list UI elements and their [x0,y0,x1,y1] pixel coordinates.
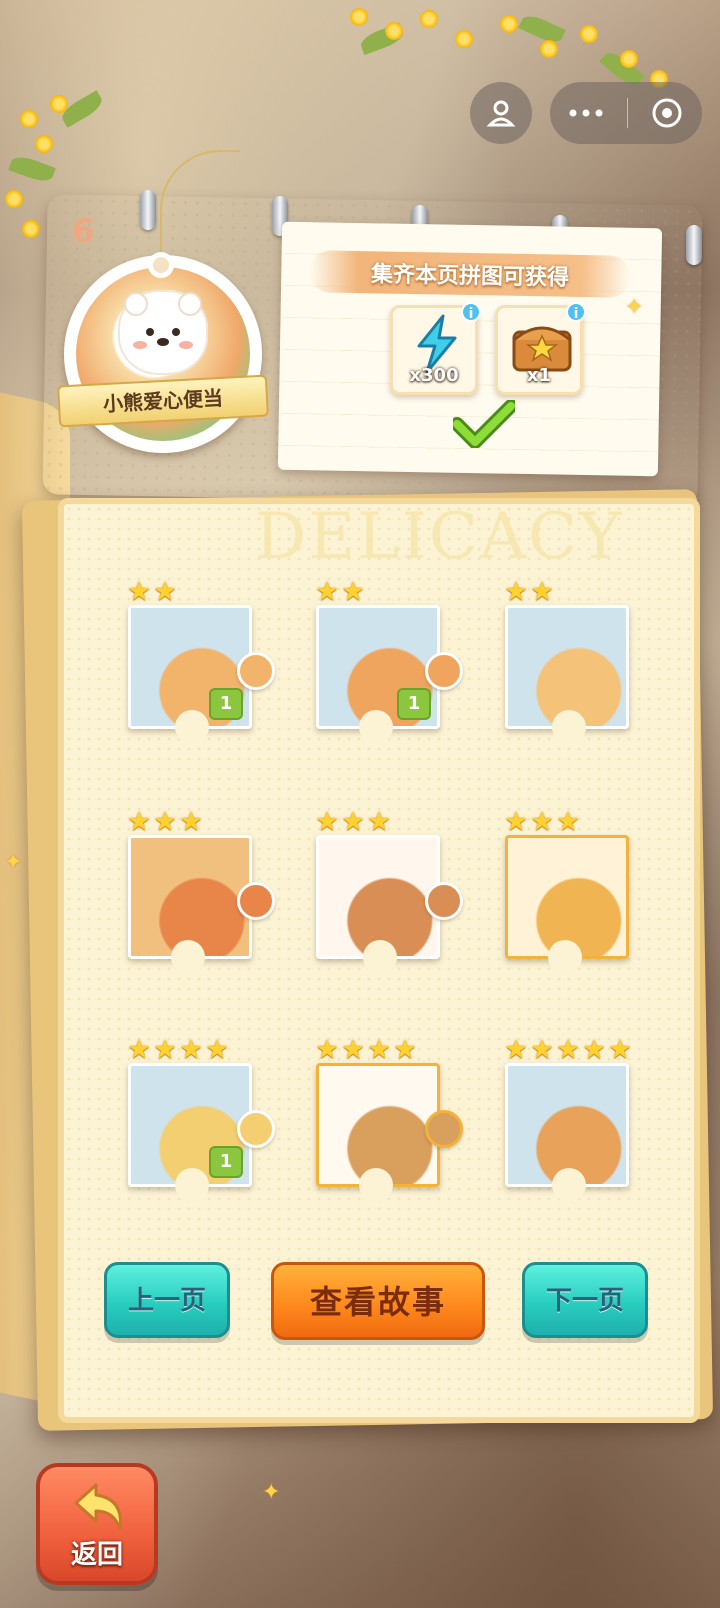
capsule-divider [626,98,628,128]
bear-rice-illustration [118,290,208,375]
binder-ring [686,225,702,265]
star-icon: ★ [179,1035,203,1065]
star-icon: ★ [504,577,528,607]
star-icon: ★ [179,807,203,837]
more-icon[interactable] [568,108,604,118]
star-icon: ★ [315,577,339,607]
info-icon[interactable]: i [461,302,481,322]
star-icon: ★ [504,1035,528,1065]
album-badge: 小熊爱心便当 [57,255,269,460]
check-icon [453,400,515,448]
piece-notch [552,1168,586,1202]
reward-energy[interactable]: x300 i [390,302,481,395]
piece-tab [237,882,275,920]
sparkle-icon: ✦ [625,295,644,320]
star-icon: ★ [153,807,177,837]
piece-notch [175,710,209,744]
star-icon: ★ [393,1035,417,1065]
bear-face-icon [124,292,202,349]
prev-page-button[interactable]: 上一页 [104,1262,230,1338]
piece-star-rating: ★ ★ [126,579,178,605]
star-icon: ★ [205,1035,229,1065]
piece-star-rating: ★ ★ ★ [126,809,204,835]
piece-notch [359,1168,393,1202]
star-icon: ★ [315,1035,339,1065]
back-button[interactable]: 返回 [36,1463,158,1585]
piece-count-badge: 1 [209,1146,243,1178]
view-story-button[interactable]: 查看故事 [271,1262,485,1340]
star-icon: ★ [341,1035,365,1065]
piece-star-rating: ★ ★ ★ ★ [314,1037,418,1063]
user-icon [486,100,516,127]
puzzle-piece[interactable] [505,605,629,744]
star-icon: ★ [582,1035,606,1065]
star-icon: ★ [341,807,365,837]
star-icon: ★ [341,577,365,607]
star-icon: ★ [127,1035,151,1065]
star-icon: ★ [127,807,151,837]
piece-tab [425,882,463,920]
next-page-button[interactable]: 下一页 [522,1262,648,1338]
piece-notch [548,940,582,974]
piece-tab [237,1110,275,1148]
info-icon[interactable]: i [566,302,586,322]
piece-tab [425,652,463,690]
puzzle-piece[interactable] [505,835,629,974]
star-icon: ★ [367,807,391,837]
puzzle-piece[interactable] [505,1063,629,1202]
piece-notch [363,940,397,974]
piece-star-rating: ★ ★ [314,579,366,605]
star-icon: ★ [530,577,554,607]
puzzle-piece[interactable]: 1 [128,1063,275,1202]
reward-quantity: x300 [409,365,459,386]
puzzle-piece[interactable] [316,1063,463,1202]
star-icon: ★ [153,1035,177,1065]
piece-star-rating: ★ ★ [503,579,555,605]
close-circle-icon[interactable] [650,96,684,130]
puzzle-piece[interactable]: 1 [128,605,275,744]
sparkle-icon: ✦ [4,850,23,875]
return-arrow-icon [74,1483,122,1531]
star-icon: ★ [556,1035,580,1065]
reward-quantity: x1 [526,365,552,386]
star-icon: ★ [608,1035,632,1065]
page-number: 6 [72,212,95,250]
back-label: 返回 [70,1540,123,1570]
puzzle-piece[interactable] [128,835,275,974]
page-watermark: DELICACY [255,500,624,574]
sparkle-icon: ✦ [262,1480,281,1505]
piece-tab [425,1110,463,1148]
piece-notch [175,1168,209,1202]
star-icon: ★ [530,1035,554,1065]
badge-hook [148,252,174,278]
star-icon: ★ [367,1035,391,1065]
mini-program-capsule [550,82,702,144]
profile-button[interactable] [470,82,532,144]
piece-star-rating: ★ ★ ★ [503,809,581,835]
piece-notch [359,710,393,744]
binder-ring [140,190,156,230]
star-icon: ★ [530,807,554,837]
reward-chest[interactable]: x1 i [495,302,586,395]
puzzle-piece[interactable]: 1 [316,605,463,744]
puzzle-piece[interactable] [316,835,463,974]
star-icon: ★ [504,807,528,837]
star-icon: ★ [127,577,151,607]
reward-title: 集齐本页拼图可获得 [370,262,570,291]
piece-notch [171,940,205,974]
star-icon: ★ [153,577,177,607]
piece-tab [237,652,275,690]
piece-star-rating: ★ ★ ★ ★ ★ [503,1037,633,1063]
piece-star-rating: ★ ★ ★ [314,809,392,835]
piece-star-rating: ★ ★ ★ ★ [126,1037,230,1063]
star-icon: ★ [556,807,580,837]
piece-count-badge: 1 [209,688,243,720]
piece-count-badge: 1 [397,688,431,720]
star-icon: ★ [315,807,339,837]
piece-notch [552,710,586,744]
